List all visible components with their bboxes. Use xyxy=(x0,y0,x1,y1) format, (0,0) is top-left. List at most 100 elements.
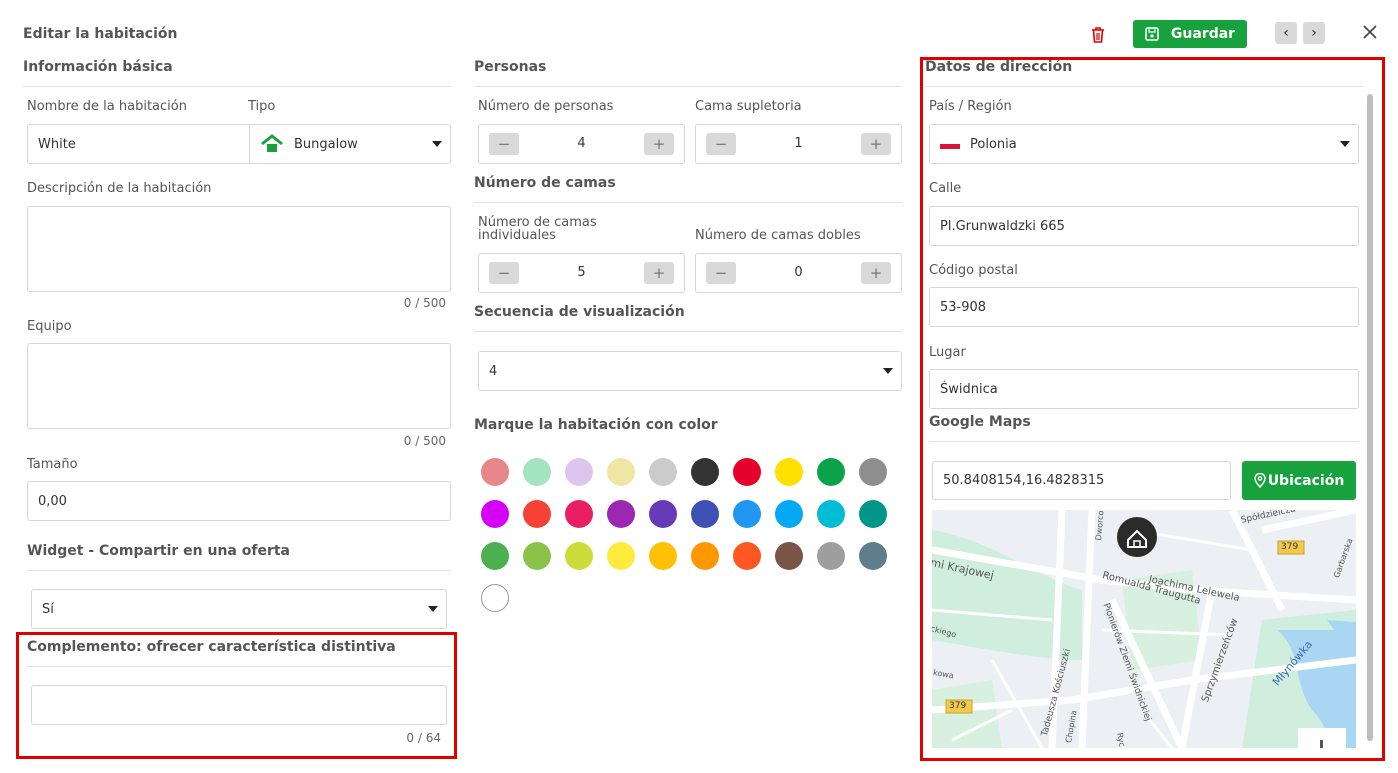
decrement-button[interactable]: − xyxy=(489,262,519,284)
location-label: Ubicación xyxy=(1267,472,1345,489)
decrement-button[interactable]: − xyxy=(706,262,736,284)
color-swatch[interactable] xyxy=(733,458,761,486)
type-label: Tipo xyxy=(248,99,276,114)
color-swatch[interactable] xyxy=(817,458,845,486)
num-persons-label: Número de personas xyxy=(478,99,614,114)
type-select[interactable]: Bungalow xyxy=(249,124,451,164)
double-beds-stepper[interactable]: − 0 + xyxy=(695,253,902,293)
divider xyxy=(474,202,902,203)
equipment-label: Equipo xyxy=(27,319,72,334)
extra-bed-value: 1 xyxy=(794,136,803,151)
single-beds-value: 5 xyxy=(577,265,586,280)
decrement-button[interactable]: − xyxy=(706,133,736,155)
country-label: País / Región xyxy=(929,99,1012,114)
widget-heading: Widget - Compartir en una oferta xyxy=(27,543,290,559)
country-select[interactable]: Polonia xyxy=(929,124,1359,164)
color-swatch[interactable] xyxy=(481,584,509,612)
address-heading: Datos de dirección xyxy=(925,59,1073,75)
zip-input[interactable]: 53-908 xyxy=(929,287,1359,327)
increment-button[interactable]: + xyxy=(644,133,674,155)
beds-heading: Número de camas xyxy=(474,175,616,191)
color-swatch[interactable] xyxy=(481,458,509,486)
color-swatch[interactable] xyxy=(817,542,845,570)
num-persons-stepper[interactable]: − 4 + xyxy=(478,124,685,164)
divider xyxy=(23,86,451,87)
color-swatch[interactable] xyxy=(607,458,635,486)
divider xyxy=(925,86,1363,87)
color-swatch[interactable] xyxy=(523,500,551,528)
color-swatch[interactable] xyxy=(523,458,551,486)
street-input[interactable]: Pl.Grunwaldzki 665 xyxy=(929,206,1359,246)
description-textarea[interactable] xyxy=(27,206,451,292)
close-button[interactable] xyxy=(1362,24,1378,40)
google-map[interactable]: 379 379 mi Krajowej Romualda Traugutta J… xyxy=(932,510,1356,748)
chevron-left-icon: ‹ xyxy=(1283,25,1289,41)
street-label: Calle xyxy=(929,181,962,196)
color-swatch[interactable] xyxy=(817,500,845,528)
num-persons-value: 4 xyxy=(577,136,586,151)
divider xyxy=(929,441,1359,442)
decrement-button[interactable]: − xyxy=(489,133,519,155)
scrollbar[interactable] xyxy=(1367,94,1373,741)
complement-counter: 0 / 64 xyxy=(406,731,441,745)
sequence-value: 4 xyxy=(489,363,498,379)
divider xyxy=(474,86,902,87)
color-swatch[interactable] xyxy=(481,542,509,570)
location-button[interactable]: Ubicación xyxy=(1242,461,1356,500)
description-label: Descripción de la habitación xyxy=(27,181,212,196)
persons-heading: Personas xyxy=(474,59,547,75)
bungalow-icon xyxy=(261,134,283,152)
color-heading: Marque la habitación con color xyxy=(474,417,718,433)
single-beds-stepper[interactable]: − 5 + xyxy=(478,253,685,293)
coordinates-input[interactable]: 50.8408154,16.4828315 xyxy=(932,461,1231,500)
color-swatch[interactable] xyxy=(691,458,719,486)
color-swatch[interactable] xyxy=(691,542,719,570)
color-swatch[interactable] xyxy=(649,500,677,528)
color-swatch[interactable] xyxy=(775,542,803,570)
extra-bed-stepper[interactable]: − 1 + xyxy=(695,124,902,164)
save-label: Guardar xyxy=(1170,26,1236,42)
divider xyxy=(27,570,451,571)
color-swatch[interactable] xyxy=(649,458,677,486)
color-swatch[interactable] xyxy=(733,500,761,528)
color-swatch[interactable] xyxy=(733,542,761,570)
color-swatch[interactable] xyxy=(775,500,803,528)
single-beds-label: Número de camas individuales xyxy=(478,215,597,243)
color-swatch[interactable] xyxy=(649,542,677,570)
color-swatch[interactable] xyxy=(607,542,635,570)
page-title: Editar la habitación xyxy=(23,26,178,42)
double-beds-value: 0 xyxy=(794,265,803,280)
color-swatch[interactable] xyxy=(859,500,887,528)
color-swatch[interactable] xyxy=(565,500,593,528)
divider xyxy=(27,666,451,667)
coordinates-value: 50.8408154,16.4828315 xyxy=(943,473,1105,488)
chevron-down-icon xyxy=(1340,141,1350,147)
increment-button[interactable]: + xyxy=(861,133,891,155)
road-badge: 379 xyxy=(949,701,967,711)
widget-select[interactable]: Sí xyxy=(31,589,447,629)
color-swatch[interactable] xyxy=(859,542,887,570)
color-swatch[interactable] xyxy=(775,458,803,486)
color-swatch[interactable] xyxy=(523,542,551,570)
save-button[interactable]: Guardar xyxy=(1133,20,1247,48)
delete-button[interactable] xyxy=(1089,25,1107,45)
color-swatch[interactable] xyxy=(565,542,593,570)
street-value: Pl.Grunwaldzki 665 xyxy=(940,218,1065,234)
next-button[interactable]: › xyxy=(1303,22,1325,44)
color-swatch[interactable] xyxy=(481,500,509,528)
complement-input[interactable] xyxy=(31,685,447,725)
type-value: Bungalow xyxy=(294,136,358,152)
equipment-textarea[interactable] xyxy=(27,343,451,429)
increment-button[interactable]: + xyxy=(644,262,674,284)
place-input[interactable]: Świdnica xyxy=(929,369,1359,409)
room-name-input[interactable]: White xyxy=(27,124,257,164)
color-swatch[interactable] xyxy=(859,458,887,486)
size-input[interactable]: 0,00 xyxy=(27,481,451,521)
room-name-label: Nombre de la habitación xyxy=(27,99,187,114)
color-swatch[interactable] xyxy=(607,500,635,528)
increment-button[interactable]: + xyxy=(861,262,891,284)
prev-button[interactable]: ‹ xyxy=(1275,22,1297,44)
sequence-select[interactable]: 4 xyxy=(478,351,902,391)
color-swatch[interactable] xyxy=(691,500,719,528)
color-swatch[interactable] xyxy=(565,458,593,486)
